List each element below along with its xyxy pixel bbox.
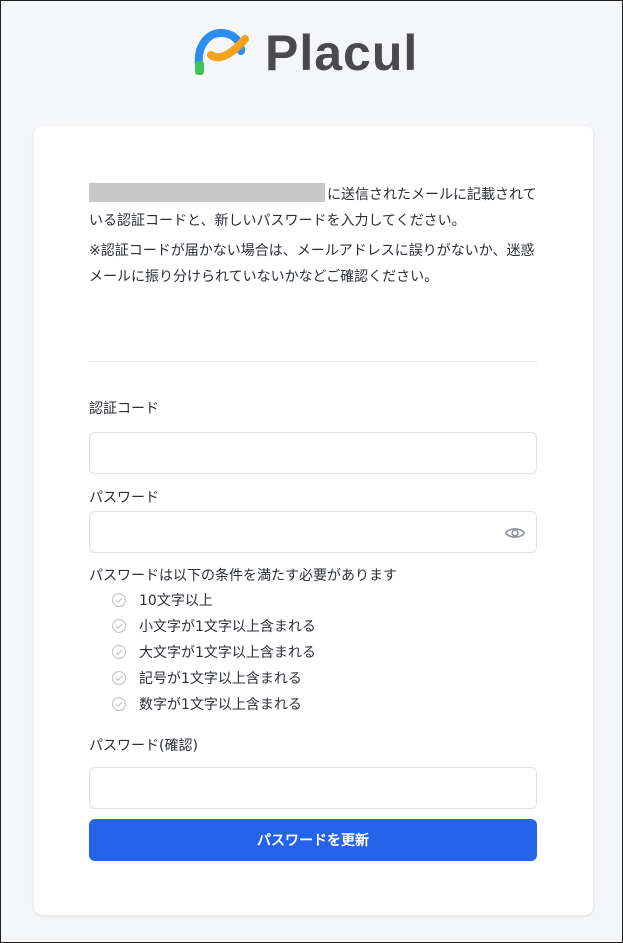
page: Placul に送信されたメールに記載されている認証コードと、新しいパスワードを… <box>0 0 623 943</box>
check-circle-icon <box>111 644 127 660</box>
confirm-password-field-box <box>89 767 537 809</box>
check-circle-icon <box>111 670 127 686</box>
rule-item: 大文字が1文字以上含まれる <box>111 639 316 665</box>
rule-item: 数字が1文字以上含まれる <box>111 691 316 717</box>
reset-password-card: に送信されたメールに記載されている認証コードと、新しいパスワードを入力してくださ… <box>34 126 593 915</box>
eye-icon[interactable] <box>504 522 526 544</box>
check-circle-icon <box>111 618 127 634</box>
password-rules-list: 10文字以上 小文字が1文字以上含まれる 大文字が1文字以上含まれる 記号が1文… <box>111 587 316 717</box>
divider <box>89 361 537 362</box>
confirm-password-label: パスワード(確認) <box>89 738 198 754</box>
placul-logo-icon <box>194 28 249 75</box>
rule-text: 10文字以上 <box>139 593 213 609</box>
redacted-email <box>89 183 325 202</box>
password-input[interactable] <box>90 512 536 552</box>
password-label: パスワード <box>89 490 159 506</box>
rule-item: 小文字が1文字以上含まれる <box>111 613 316 639</box>
code-field-box <box>89 432 537 474</box>
rule-text: 小文字が1文字以上含まれる <box>139 619 316 635</box>
rule-text: 数字が1文字以上含まれる <box>139 697 302 713</box>
check-circle-icon <box>111 592 127 608</box>
rule-text: 記号が1文字以上含まれる <box>139 671 302 687</box>
instruction-text: に送信されたメールに記載されている認証コードと、新しいパスワードを入力してくださ… <box>89 182 539 234</box>
confirm-password-input[interactable] <box>90 768 536 808</box>
check-circle-icon <box>111 696 127 712</box>
password-rules-title: パスワードは以下の条件を満たす必要があります <box>89 568 397 584</box>
brand-logo: Placul <box>189 25 418 81</box>
brand-name: Placul <box>265 25 419 81</box>
rule-text: 大文字が1文字以上含まれる <box>139 645 316 661</box>
rule-item: 10文字以上 <box>111 587 316 613</box>
code-label: 認証コード <box>89 401 159 417</box>
rule-item: 記号が1文字以上含まれる <box>111 665 316 691</box>
password-field-box <box>89 511 537 553</box>
verification-code-input[interactable] <box>90 433 536 473</box>
instructions: に送信されたメールに記載されている認証コードと、新しいパスワードを入力してくださ… <box>89 182 539 290</box>
instruction-note: ※認証コードが届かない場合は、メールアドレスに誤りがないか、迷惑メールに振り分け… <box>89 243 535 285</box>
update-password-button[interactable]: パスワードを更新 <box>89 819 537 861</box>
